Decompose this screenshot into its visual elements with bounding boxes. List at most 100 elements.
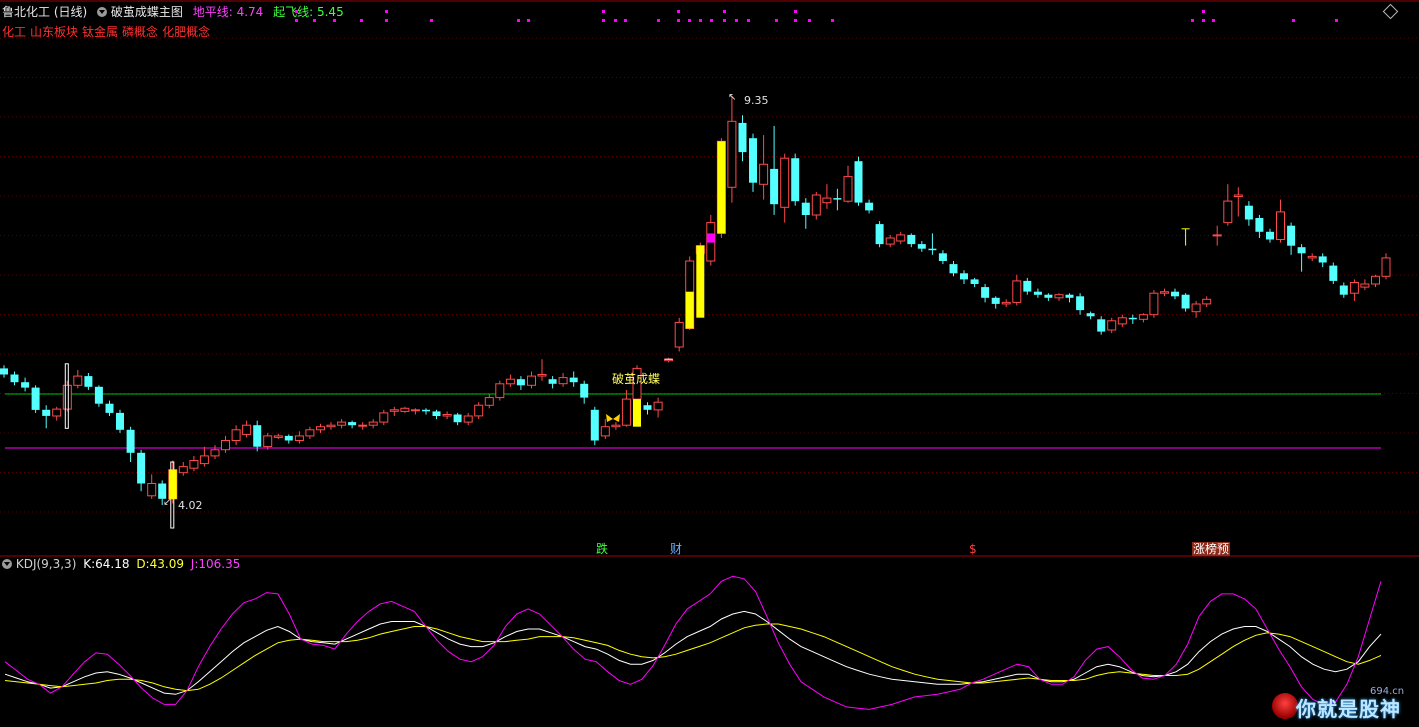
candle — [326, 422, 336, 430]
candle-body — [389, 409, 399, 412]
signal-dot — [1202, 10, 1205, 13]
candle — [833, 188, 842, 211]
signal-dot — [808, 19, 811, 22]
kdj-chart — [4, 575, 1382, 710]
candle-body — [527, 375, 536, 386]
candle-body — [1381, 257, 1391, 277]
finance-badge[interactable]: 财 — [670, 542, 682, 556]
candle-body — [1044, 294, 1053, 298]
candle-body — [759, 163, 769, 185]
candle-body — [749, 138, 757, 183]
signal-dot — [831, 19, 834, 22]
candle-body — [105, 403, 114, 413]
candle-body — [590, 409, 599, 441]
candle-body — [558, 377, 568, 385]
candle-body — [780, 157, 790, 208]
candle-body — [505, 378, 515, 385]
signal-bar — [696, 245, 705, 318]
candle-body — [1117, 317, 1127, 325]
candle-body — [621, 398, 631, 426]
candle — [337, 419, 347, 429]
chart-grid — [0, 37, 1419, 513]
candle-body — [137, 452, 146, 484]
candle — [875, 221, 884, 248]
candle-body — [674, 321, 684, 348]
candle — [1339, 282, 1348, 298]
candle — [516, 376, 525, 390]
candle — [1149, 290, 1159, 318]
candle-body — [42, 409, 51, 416]
signal-dot — [688, 19, 691, 22]
candle-body — [1086, 313, 1095, 317]
candle — [0, 365, 8, 378]
candle — [432, 409, 441, 420]
candle — [410, 408, 420, 415]
signal-bar — [685, 291, 694, 329]
candle-body — [400, 407, 410, 412]
candle-body — [316, 426, 325, 431]
signal-dot — [385, 10, 388, 13]
candle-body — [1065, 294, 1074, 298]
drop-badge[interactable]: 跌 — [596, 542, 608, 556]
signal-dot — [602, 19, 605, 22]
candle-body — [1181, 294, 1190, 309]
d-label: D: — [136, 557, 150, 571]
candle — [885, 234, 895, 248]
candle — [981, 284, 990, 303]
limit-up-badge[interactable]: 涨榜预 — [1192, 542, 1231, 556]
kdj-name[interactable]: KDJ(9,3,3) — [16, 557, 77, 571]
signal-dot — [735, 19, 738, 22]
candle — [580, 380, 589, 404]
candle — [1244, 201, 1253, 226]
candle — [1033, 288, 1042, 298]
signal-dot — [602, 10, 605, 13]
candle-body — [348, 422, 357, 426]
signal-dot — [295, 19, 298, 22]
candle-body — [1339, 285, 1348, 295]
candle-body — [907, 234, 916, 245]
candle-body — [885, 237, 895, 245]
indicator-menu-icon[interactable] — [2, 559, 12, 569]
candle — [770, 125, 779, 215]
candle — [1329, 262, 1338, 284]
candle-body — [1287, 225, 1296, 246]
candle-body — [981, 287, 990, 298]
dollar-badge[interactable]: $ — [969, 542, 977, 556]
candle — [253, 420, 262, 452]
candle — [1381, 253, 1391, 280]
candle — [1160, 288, 1169, 297]
candle — [21, 377, 30, 392]
candle — [358, 422, 368, 430]
price-chart[interactable]: 9.35 ↖ 4.02 ↙ 破茧成蝶 — [0, 0, 1419, 727]
candle-body — [1212, 234, 1222, 237]
candle-body — [199, 455, 209, 465]
candle — [1023, 277, 1032, 295]
candle — [653, 397, 663, 418]
k-value: 64.18 — [95, 557, 130, 571]
signal-bar — [168, 469, 177, 499]
signal-dot — [1292, 19, 1295, 22]
kdj-header: KDJ(9,3,3) K:64.18 D:43.09 J:106.35 — [2, 556, 240, 572]
candle — [1012, 274, 1022, 306]
candle — [242, 420, 252, 438]
signal-dot — [1335, 19, 1338, 22]
candle — [1297, 244, 1306, 272]
candle — [1097, 316, 1106, 335]
candle — [1266, 228, 1274, 243]
signal-dot — [624, 19, 627, 22]
candle — [1181, 293, 1190, 312]
high-price-arrow: ↖ — [728, 92, 736, 103]
candle-body — [1138, 314, 1148, 320]
signal-bar — [633, 399, 641, 427]
candle — [1255, 214, 1264, 238]
candle — [505, 374, 515, 387]
candle-body — [1012, 280, 1022, 303]
candle-body — [253, 425, 262, 447]
signal-dot — [723, 10, 726, 13]
candle — [960, 270, 968, 284]
low-price-label: 4.02 — [178, 499, 203, 512]
candle-body — [611, 424, 621, 428]
signal-dot — [710, 19, 713, 22]
signal-text: 破茧成蝶 — [612, 371, 660, 386]
candle-body — [537, 374, 547, 377]
